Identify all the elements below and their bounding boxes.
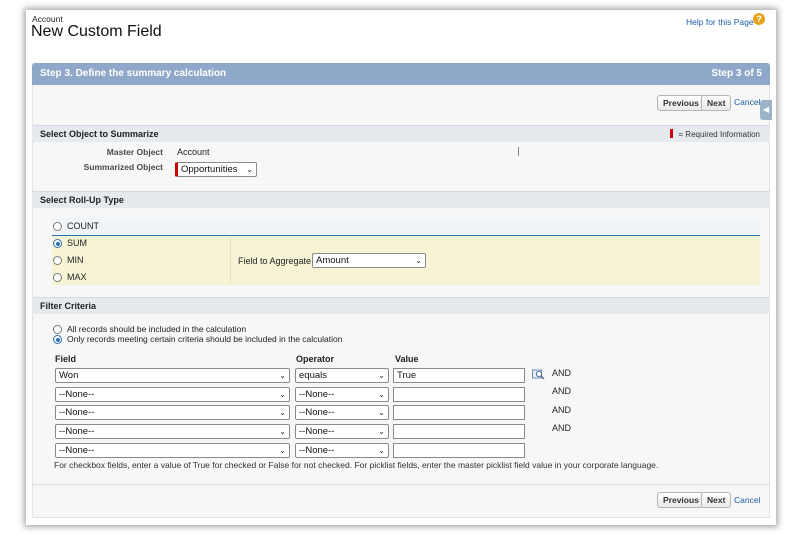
master-object-value: Account (177, 147, 210, 157)
collapse-tab-icon[interactable]: ◀ (760, 100, 772, 120)
step-counter: Step 3 of 5 (711, 68, 762, 79)
section-title: Select Roll-Up Type (40, 195, 124, 205)
filter-field-value: --None-- (59, 426, 95, 437)
filter-operator-value: --None-- (299, 445, 335, 456)
page-title: New Custom Field (31, 23, 162, 40)
filter-value-input[interactable] (393, 443, 525, 458)
filter-operator-value: equals (299, 370, 327, 381)
previous-button-top[interactable]: Previous (657, 95, 705, 111)
lookup-icon[interactable] (532, 369, 545, 380)
help-icon[interactable]: ? (753, 13, 765, 25)
radio-min-label: MIN (67, 255, 84, 265)
panel-divider (230, 238, 231, 284)
text-cursor (518, 147, 519, 156)
radio-count[interactable] (53, 222, 62, 231)
chevron-down-icon: ⌄ (378, 427, 385, 436)
column-header-value: Value (395, 354, 419, 364)
chevron-down-icon: ⌄ (279, 408, 286, 417)
radio-max[interactable] (53, 273, 62, 282)
filter-operator-value: --None-- (299, 426, 335, 437)
required-marker (670, 129, 674, 138)
filter-operator-select[interactable]: equals ⌄ (295, 368, 389, 383)
radio-sum[interactable] (53, 239, 62, 248)
filter-operator-select[interactable]: --None-- ⌄ (295, 387, 389, 402)
summarized-object-value: Opportunities (181, 164, 238, 175)
filter-field-select[interactable]: --None-- ⌄ (55, 405, 290, 420)
chevron-down-icon: ⌄ (279, 371, 286, 380)
chevron-down-icon: ⌄ (415, 256, 422, 265)
count-option-row (52, 218, 760, 236)
master-object-label: Master Object (106, 147, 163, 157)
chevron-down-icon: ⌄ (378, 408, 385, 417)
cancel-link-bottom[interactable]: Cancel (734, 495, 760, 505)
next-button-top[interactable]: Next (701, 95, 732, 111)
next-button-bottom[interactable]: Next (701, 492, 732, 508)
required-note: = Required Information (678, 130, 760, 139)
filter-operator-select[interactable]: --None-- ⌄ (295, 443, 389, 458)
filter-field-select[interactable]: --None-- ⌄ (55, 387, 290, 402)
field-to-aggregate-select[interactable]: Amount ⌄ (312, 253, 426, 268)
radio-criteria-records-label: Only records meeting certain criteria sh… (67, 334, 343, 344)
filter-field-value: Won (59, 370, 79, 381)
help-link[interactable]: Help for this Page (686, 17, 754, 27)
filter-value-input[interactable] (393, 405, 525, 420)
filter-field-value: --None-- (59, 445, 95, 456)
previous-button-bottom[interactable]: Previous (657, 492, 705, 508)
chevron-down-icon: ⌄ (378, 371, 385, 380)
radio-all-records-label: All records should be included in the ca… (67, 324, 247, 334)
filter-operator-select[interactable]: --None-- ⌄ (295, 405, 389, 420)
chevron-down-icon: ⌄ (246, 165, 253, 174)
section-header-filter: Filter Criteria (32, 297, 770, 314)
summarized-object-label: Summarized Object (83, 162, 163, 172)
chevron-down-icon: ⌄ (378, 446, 385, 455)
filter-value-input[interactable]: True (393, 368, 525, 383)
radio-sum-label: SUM (67, 238, 87, 248)
chevron-down-icon: ⌄ (378, 390, 385, 399)
filter-value-input[interactable] (393, 387, 525, 402)
conjunction-and: AND (552, 386, 572, 396)
filter-field-select[interactable]: --None-- ⌄ (55, 443, 290, 458)
column-header-operator: Operator (296, 354, 335, 364)
chevron-down-icon: ⌄ (279, 390, 286, 399)
required-legend: = Required Information (670, 129, 760, 139)
chevron-down-icon: ⌄ (279, 427, 286, 436)
filter-hint-text: For checkbox fields, enter a value of Tr… (54, 460, 659, 470)
radio-min[interactable] (53, 256, 62, 265)
radio-criteria-records[interactable] (53, 335, 62, 344)
column-header-field: Field (55, 354, 77, 364)
filter-field-select[interactable]: --None-- ⌄ (55, 424, 290, 439)
filter-operator-value: --None-- (299, 407, 335, 418)
field-to-aggregate-value: Amount (316, 255, 349, 266)
radio-count-label: COUNT (67, 221, 99, 231)
conjunction-and: AND (552, 368, 572, 378)
section-title: Filter Criteria (40, 301, 97, 311)
section-title: Select Object to Summarize (40, 129, 159, 139)
cancel-link-top[interactable]: Cancel (734, 97, 760, 107)
filter-field-value: --None-- (59, 389, 95, 400)
divider (32, 484, 770, 485)
filter-operator-value: --None-- (299, 389, 335, 400)
filter-value-input[interactable] (393, 424, 525, 439)
filter-field-select[interactable]: Won ⌄ (55, 368, 290, 383)
field-to-aggregate-label: Field to Aggregate (238, 256, 312, 266)
section-header-object: Select Object to Summarize = Required In… (32, 125, 770, 142)
step-bar: Step 3. Define the summary calculation S… (32, 63, 770, 85)
radio-max-label: MAX (67, 272, 87, 282)
chevron-down-icon: ⌄ (279, 446, 286, 455)
section-header-rollup: Select Roll-Up Type (32, 191, 770, 208)
filter-field-value: --None-- (59, 407, 95, 418)
summarized-object-select[interactable]: Opportunities ⌄ (175, 162, 257, 177)
step-title: Step 3. Define the summary calculation (40, 68, 227, 79)
conjunction-and: AND (552, 423, 572, 433)
filter-operator-select[interactable]: --None-- ⌄ (295, 424, 389, 439)
conjunction-and: AND (552, 405, 572, 415)
radio-all-records[interactable] (53, 325, 62, 334)
